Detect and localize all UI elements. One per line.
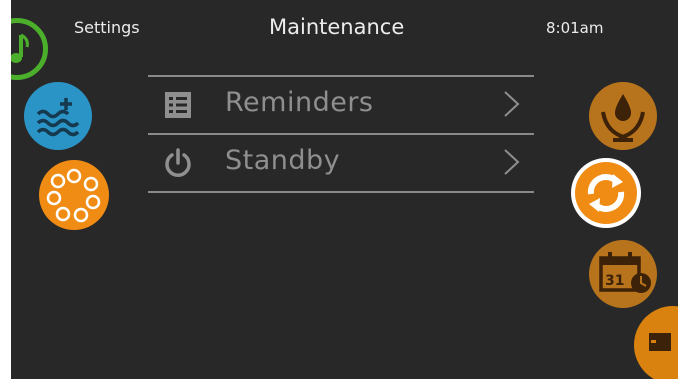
settings-label[interactable]: Settings <box>74 18 140 37</box>
menu-divider-bottom <box>148 191 534 193</box>
water-care-icon[interactable] <box>589 82 657 150</box>
exit-icon[interactable] <box>634 306 678 379</box>
page-title: Maintenance <box>269 15 405 39</box>
calendar-clock-icon[interactable]: 31 <box>589 240 657 308</box>
menu-item-standby[interactable]: Standby <box>148 135 534 191</box>
power-icon <box>165 148 191 177</box>
menu-item-reminders[interactable]: Reminders <box>148 77 534 133</box>
clock-time: 8:01am <box>546 19 604 37</box>
gear-cluster-icon[interactable] <box>39 160 109 230</box>
calendar-day-text: 31 <box>605 273 624 289</box>
water-add-icon[interactable] <box>24 82 92 150</box>
list-icon <box>165 92 191 118</box>
menu-item-label: Standby <box>225 145 341 176</box>
menu-item-label: Reminders <box>225 87 374 118</box>
chevron-right-icon <box>504 91 520 117</box>
music-icon[interactable] <box>11 18 48 80</box>
chevron-right-icon <box>504 149 520 175</box>
maintenance-screen: Settings Maintenance 8:01am Reminders St… <box>11 0 678 379</box>
recycle-icon[interactable] <box>571 158 641 228</box>
